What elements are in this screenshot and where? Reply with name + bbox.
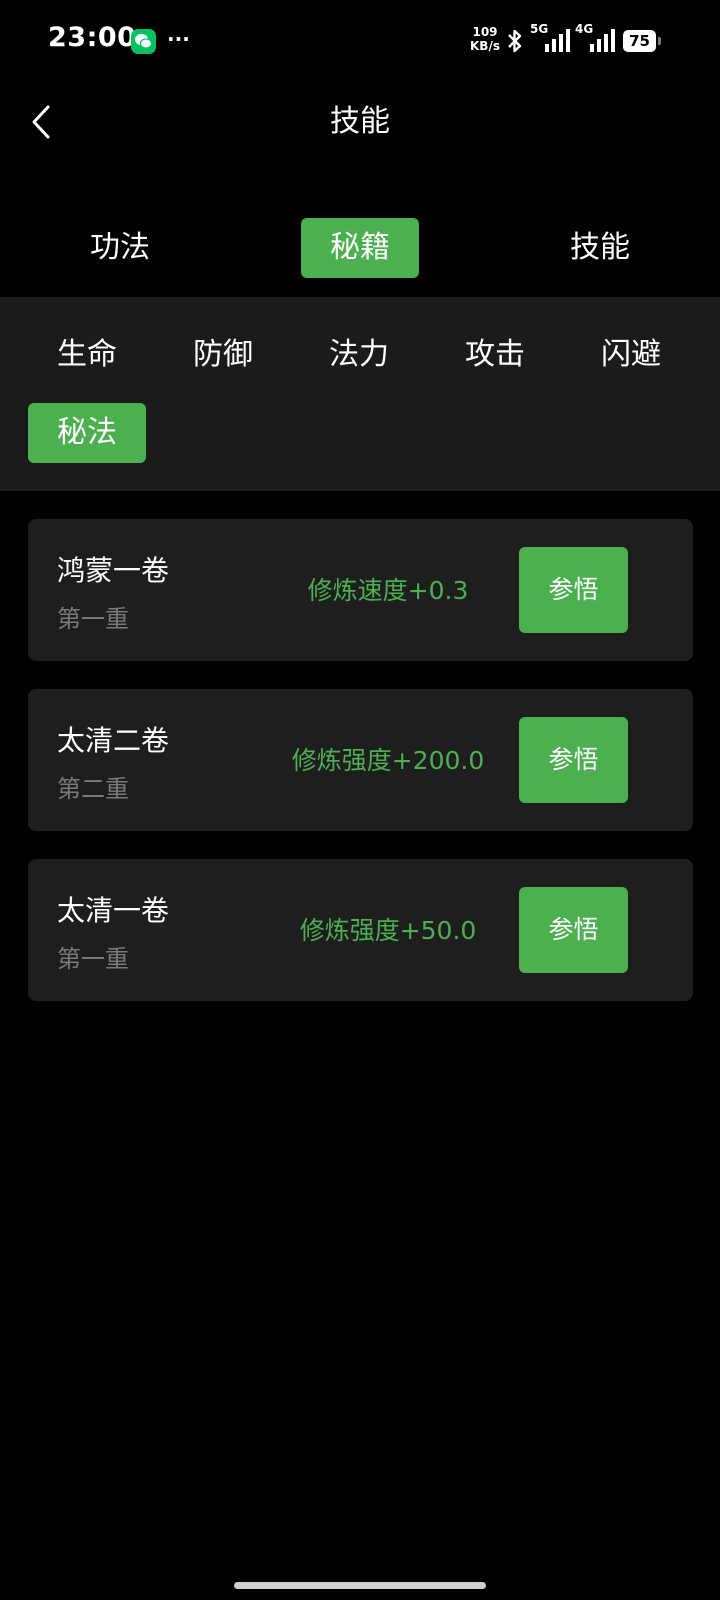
category-panel: 生命 防御 法力 攻击 闪避 秘法 bbox=[0, 297, 720, 491]
category-gongji[interactable]: 攻击 bbox=[436, 325, 554, 385]
more-notifications-icon: ··· bbox=[167, 27, 190, 51]
item-level: 第二重 bbox=[57, 775, 129, 803]
list-item: 太清二卷 第二重 修炼强度+200.0 参悟 bbox=[28, 689, 693, 831]
page-title: 技能 bbox=[330, 104, 390, 139]
study-button[interactable]: 参悟 bbox=[519, 547, 628, 633]
signal-4g-icon: 4G bbox=[575, 22, 617, 54]
bluetooth-icon bbox=[508, 29, 522, 53]
item-name: 太清一卷 bbox=[57, 894, 170, 927]
tab-jineng[interactable]: 技能 bbox=[540, 218, 660, 278]
category-shanbi[interactable]: 闪避 bbox=[572, 325, 690, 385]
item-level: 第一重 bbox=[57, 605, 129, 633]
study-button[interactable]: 参悟 bbox=[519, 887, 628, 973]
category-shengming[interactable]: 生命 bbox=[28, 325, 146, 385]
list-item: 鸿蒙一卷 第一重 修炼速度+0.3 参悟 bbox=[28, 519, 693, 661]
home-indicator[interactable] bbox=[234, 1582, 486, 1589]
item-effect: 修炼强度+50.0 bbox=[299, 916, 477, 945]
status-time: 23:00 bbox=[48, 22, 137, 53]
category-mifa[interactable]: 秘法 bbox=[28, 403, 146, 463]
status-bar: 23:00 ··· 109 KB/s 5G 4G 75 bbox=[0, 0, 720, 84]
item-name: 鸿蒙一卷 bbox=[57, 554, 170, 587]
category-fangyu[interactable]: 防御 bbox=[164, 325, 282, 385]
item-name: 太清二卷 bbox=[57, 724, 170, 757]
tab-miji[interactable]: 秘籍 bbox=[301, 218, 419, 278]
list-item: 太清一卷 第一重 修炼强度+50.0 参悟 bbox=[28, 859, 693, 1001]
network-speed: 109 KB/s bbox=[467, 25, 503, 53]
category-fali[interactable]: 法力 bbox=[300, 325, 418, 385]
item-effect: 修炼速度+0.3 bbox=[307, 576, 469, 605]
wechat-icon bbox=[131, 29, 156, 54]
item-effect: 修炼强度+200.0 bbox=[291, 746, 485, 775]
battery-icon: 75 bbox=[623, 30, 661, 52]
tab-gongfa[interactable]: 功法 bbox=[60, 218, 180, 278]
signal-5g-icon: 5G bbox=[530, 22, 572, 54]
item-level: 第一重 bbox=[57, 945, 129, 973]
study-button[interactable]: 参悟 bbox=[519, 717, 628, 803]
network-speed-unit: KB/s bbox=[470, 39, 500, 53]
network-speed-value: 109 bbox=[472, 25, 498, 39]
